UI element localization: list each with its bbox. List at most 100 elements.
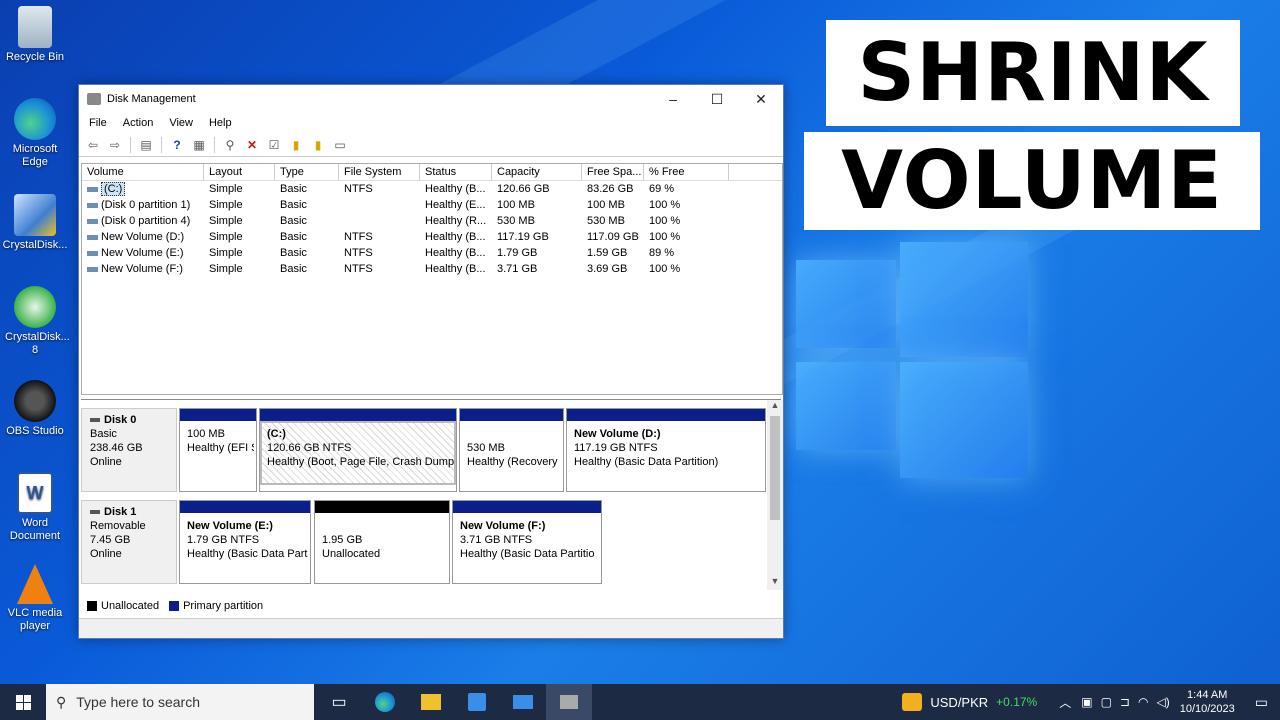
column-free-space[interactable]: Free Spa... [582, 164, 644, 180]
cell: 3.71 GB [497, 263, 538, 275]
partition-f[interactable]: New Volume (F:) 3.71 GB NTFS Healthy (Basi… [452, 500, 602, 584]
column-capacity[interactable]: Capacity [492, 164, 582, 180]
cell-text: New Volume (E:) [101, 247, 184, 259]
desktop-icon-crystaldiskinfo[interactable]: CrystalDisk... [0, 194, 70, 252]
menu-action[interactable]: Action [115, 117, 162, 129]
menu-view[interactable]: View [161, 117, 201, 129]
scroll-up-icon[interactable]: ▲ [767, 400, 783, 414]
currency-change: +0.17% [996, 695, 1038, 709]
meet-now-icon[interactable]: ▣ [1081, 695, 1092, 709]
currency-pair[interactable]: USD/PKR [930, 695, 988, 710]
partition-size: 1.79 GB NTFS [187, 534, 260, 546]
file-explorer-icon[interactable] [408, 684, 454, 720]
properties-icon[interactable]: ▦ [189, 136, 209, 154]
cell: Simple [209, 215, 243, 227]
stock-widget-icon[interactable] [902, 693, 923, 711]
connect-icon[interactable]: ⚲ [220, 136, 240, 154]
desktop-icon-recycle-bin[interactable]: Recycle Bin [0, 6, 70, 64]
partition-c[interactable]: (C:) 120.66 GB NTFS Healthy (Boot, Page Fi… [259, 408, 457, 492]
partition-recovery[interactable]: 530 MB Healthy (Recovery [459, 408, 564, 492]
desktop-icon-label: CrystalDisk... 8 [5, 331, 70, 356]
disk0-size: 238.46 GB [90, 442, 143, 454]
menu-file[interactable]: File [81, 117, 115, 129]
partition-efi[interactable]: 100 MB Healthy (EFI S [179, 408, 257, 492]
mail-icon[interactable] [500, 684, 546, 720]
forward-icon[interactable]: ⇨ [105, 136, 125, 154]
volume-icon [87, 202, 98, 208]
back-icon[interactable]: ⇦ [83, 136, 103, 154]
table-row[interactable]: (Disk 0 partition 4) Simple Basic Healthy (… [82, 213, 782, 229]
device-icon[interactable]: ▢ [1101, 695, 1112, 709]
column-layout[interactable]: Layout [204, 164, 275, 180]
volume-icon[interactable]: ◁) [1156, 695, 1169, 709]
usb-icon[interactable]: ⊐ [1120, 695, 1130, 709]
vertical-scrollbar[interactable]: ▲ ▼ [767, 400, 783, 590]
table-row[interactable]: (C:) Simple Basic NTFS Healthy (B... 120.66 G… [82, 181, 782, 197]
disk0-info[interactable]: Disk 0 Basic 238.46 GB Online [81, 408, 177, 492]
notifications-icon[interactable]: ▭ [1255, 694, 1268, 711]
cell: Healthy (B... [425, 263, 486, 275]
cell-text: New Volume (D:) [101, 231, 185, 243]
desktop-icon-crystaldiskmark[interactable]: CrystalDisk... 8 [0, 286, 70, 357]
wifi-icon[interactable]: ◠ [1138, 695, 1148, 709]
cell: 117.19 GB [497, 231, 549, 243]
disk-icon [90, 418, 100, 423]
column-status[interactable]: Status [420, 164, 492, 180]
help-icon[interactable]: ? [167, 136, 187, 154]
cell: Basic [280, 247, 307, 259]
cell: Simple [209, 183, 243, 195]
partition-e[interactable]: New Volume (E:) 1.79 GB NTFS Healthy (Basi… [179, 500, 311, 584]
disk-management-taskbar-icon[interactable] [546, 684, 592, 720]
cell: Basic [280, 183, 307, 195]
cell: Basic [280, 231, 307, 243]
delete-icon[interactable]: ✕ [242, 136, 262, 154]
windows-wallpaper-logo [796, 242, 1028, 478]
desktop-icon-edge[interactable]: Microsoft Edge [0, 98, 70, 169]
column-type[interactable]: Type [275, 164, 339, 180]
column-volume[interactable]: Volume [82, 164, 204, 180]
list-icon[interactable]: ▭ [330, 136, 350, 154]
desktop-icon-vlc[interactable]: VLC media player [0, 564, 70, 633]
partition-size: 117.19 GB NTFS [574, 442, 658, 454]
table-row[interactable]: New Volume (F:) Simple Basic NTFS Healthy (B… [82, 261, 782, 277]
taskbar-search[interactable]: ⚲ Type here to search [46, 684, 314, 720]
minimize-button[interactable]: – [651, 85, 695, 113]
maximize-button[interactable]: ☐ [695, 85, 739, 113]
cell: 100 % [649, 263, 681, 275]
chevron-up-icon[interactable]: ︿ [1059, 694, 1071, 711]
close-button[interactable]: ✕ [739, 85, 783, 113]
console-tree-icon[interactable]: ▤ [136, 136, 156, 154]
disk1-info[interactable]: Disk 1 Removable 7.45 GB Online [81, 500, 177, 584]
scroll-down-icon[interactable]: ▼ [767, 576, 783, 590]
search-folder-icon[interactable]: ▮ [308, 136, 328, 154]
table-row[interactable]: New Volume (D:) Simple Basic NTFS Healthy (B… [82, 229, 782, 245]
desktop-icon-label: CrystalDisk... [2, 239, 68, 251]
cell [339, 197, 420, 213]
table-row[interactable]: (Disk 0 partition 1) Simple Basic Healthy (… [82, 197, 782, 213]
desktop-icon-label: OBS Studio [6, 425, 64, 437]
cell: Simple [209, 263, 243, 275]
clock[interactable]: 1:44 AM 10/10/2023 [1180, 688, 1235, 716]
partition-unallocated[interactable]: 1.95 GB Unallocated [314, 500, 450, 584]
title-bar[interactable]: Disk Management – ☐ ✕ [79, 85, 783, 113]
folder-up-icon[interactable]: ▮ [286, 136, 306, 154]
cell: Simple [209, 231, 243, 243]
edge-taskbar-icon[interactable] [362, 684, 408, 720]
disk0-state: Online [90, 456, 122, 468]
partition-d[interactable]: New Volume (D:) 117.19 GB NTFS Healthy (Ba… [566, 408, 766, 492]
window-title: Disk Management [107, 93, 196, 105]
partition-status: Unallocated [322, 548, 381, 560]
column-percent-free[interactable]: % Free [644, 164, 729, 180]
store-icon[interactable] [454, 684, 500, 720]
task-view-icon[interactable]: ▭ [316, 684, 362, 720]
start-button[interactable] [0, 684, 46, 720]
scroll-thumb[interactable] [770, 416, 780, 520]
table-row[interactable]: New Volume (E:) Simple Basic NTFS Healthy (B… [82, 245, 782, 261]
desktop-icon-obs[interactable]: OBS Studio [0, 380, 70, 438]
desktop-icon-word[interactable]: W Word Document [0, 472, 70, 543]
cell-text: (Disk 0 partition 4) [101, 215, 191, 227]
check-icon[interactable]: ☑ [264, 136, 284, 154]
cell-volume: New Volume (E:) [82, 245, 204, 261]
column-filesystem[interactable]: File System [339, 164, 420, 180]
menu-help[interactable]: Help [201, 117, 240, 129]
